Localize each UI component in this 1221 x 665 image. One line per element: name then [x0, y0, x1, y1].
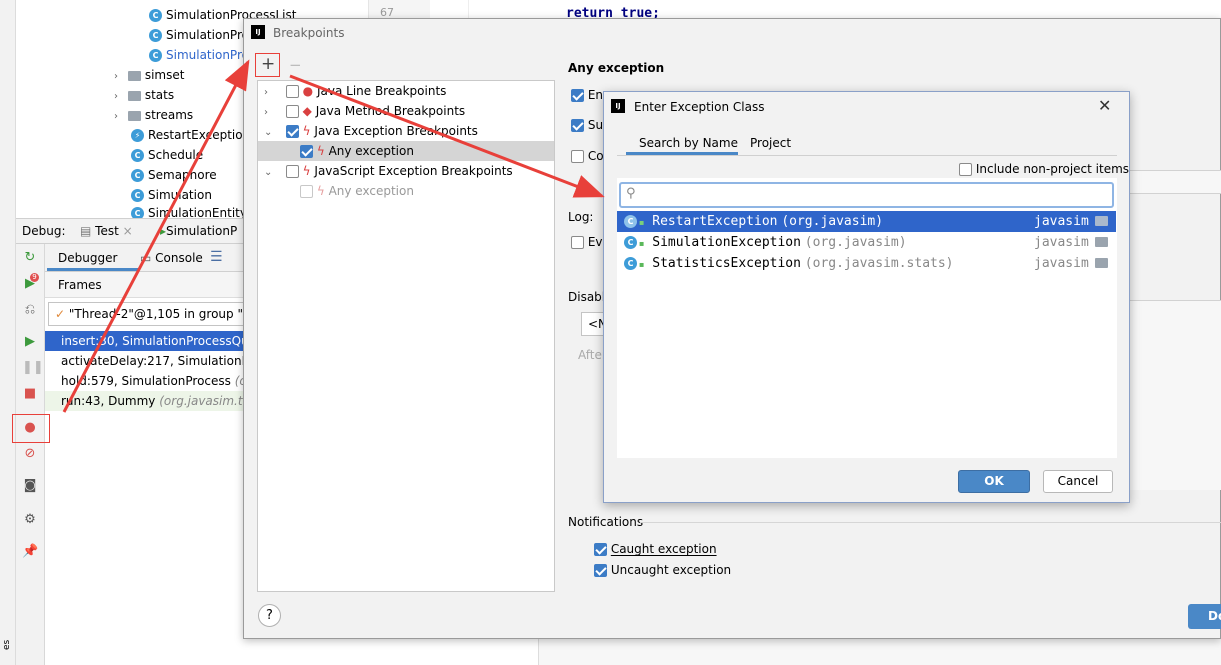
arrow-to-exception-dialog [289, 74, 605, 198]
annotation-arrows [62, 59, 605, 413]
arrow-to-add [62, 59, 250, 413]
